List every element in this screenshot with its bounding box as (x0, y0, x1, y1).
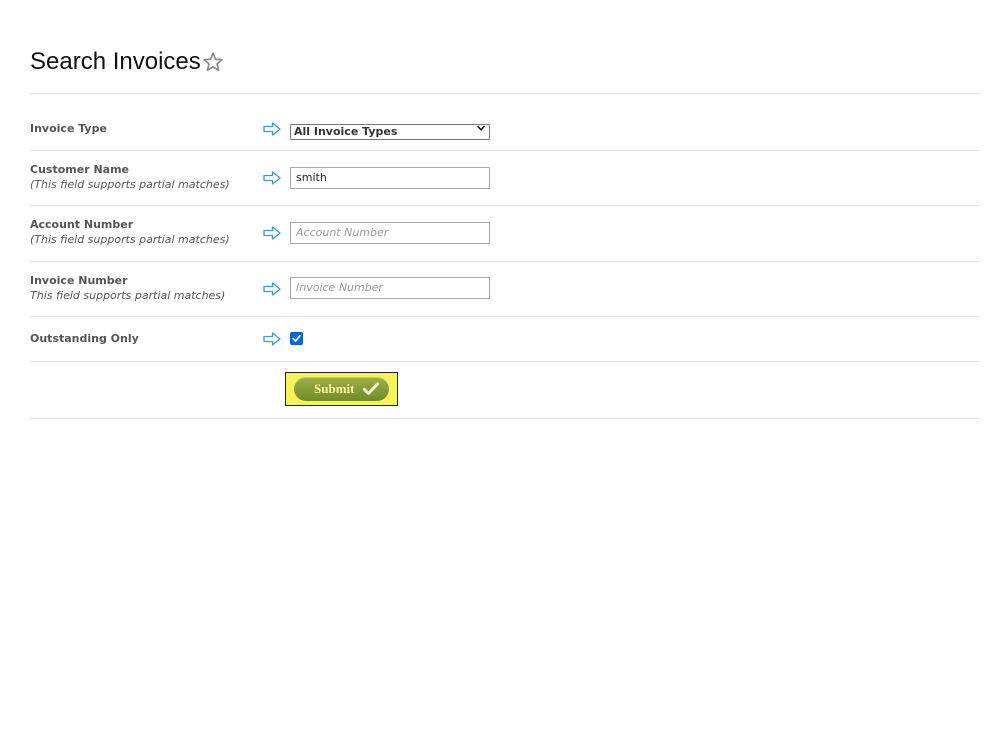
invoice-number-label-block: Invoice Number This field supports parti… (30, 273, 260, 303)
account-number-hint: (This field supports partial matches) (30, 233, 230, 246)
submit-button[interactable]: Submit (294, 377, 389, 401)
customer-name-input[interactable] (290, 166, 490, 189)
customer-name-label: Customer Name (30, 163, 129, 176)
star-outline-icon[interactable] (202, 51, 224, 73)
invoice-number-label: Invoice Number (30, 274, 128, 287)
invoice-type-row: Invoice Type All Invoice Types (30, 95, 980, 151)
right-arrow-icon (263, 226, 281, 240)
invoice-type-label: Invoice Type (30, 122, 107, 135)
invoice-type-select-wrap: All Invoice Types (290, 120, 490, 140)
account-number-label-block: Account Number (This field supports part… (30, 217, 260, 247)
title-bar: Search Invoices (30, 46, 980, 94)
account-number-control (290, 221, 490, 244)
checkmark-icon (363, 382, 379, 395)
right-arrow-icon (263, 282, 281, 296)
invoice-number-input[interactable] (290, 276, 490, 299)
customer-name-hint: (This field supports partial matches) (30, 178, 230, 191)
outstanding-only-label-block: Outstanding Only (30, 331, 260, 346)
customer-name-row: Customer Name (This field supports parti… (30, 151, 980, 206)
invoice-type-control: All Invoice Types (290, 120, 490, 140)
right-arrow-icon (263, 332, 281, 346)
outstanding-only-checkbox[interactable] (290, 332, 303, 345)
right-arrow-icon (263, 122, 281, 136)
invoice-number-hint: This field supports partial matches) (30, 289, 226, 302)
search-form: Invoice Type All Invoice Types Customer … (30, 95, 980, 419)
account-number-input[interactable] (290, 221, 490, 244)
outstanding-only-label: Outstanding Only (30, 332, 139, 345)
invoice-number-control (290, 276, 490, 299)
search-invoices-page: Search Invoices Invoice Type All Invoice… (0, 0, 994, 747)
submit-row: Submit (30, 362, 980, 419)
account-number-label: Account Number (30, 218, 134, 231)
account-number-row: Account Number (This field supports part… (30, 206, 980, 262)
outstanding-only-row: Outstanding Only (30, 317, 980, 362)
submit-highlight-frame: Submit (285, 372, 398, 406)
invoice-type-select[interactable]: All Invoice Types (290, 123, 490, 140)
invoice-number-row: Invoice Number This field supports parti… (30, 262, 980, 317)
customer-name-label-block: Customer Name (This field supports parti… (30, 162, 260, 192)
invoice-type-label-block: Invoice Type (30, 121, 260, 136)
checkbox-check-icon (292, 334, 301, 342)
submit-label: Submit (314, 381, 355, 396)
page-title: Search Invoices (30, 48, 201, 75)
outstanding-only-control (290, 332, 303, 345)
right-arrow-icon (263, 171, 281, 185)
customer-name-control (290, 166, 490, 189)
